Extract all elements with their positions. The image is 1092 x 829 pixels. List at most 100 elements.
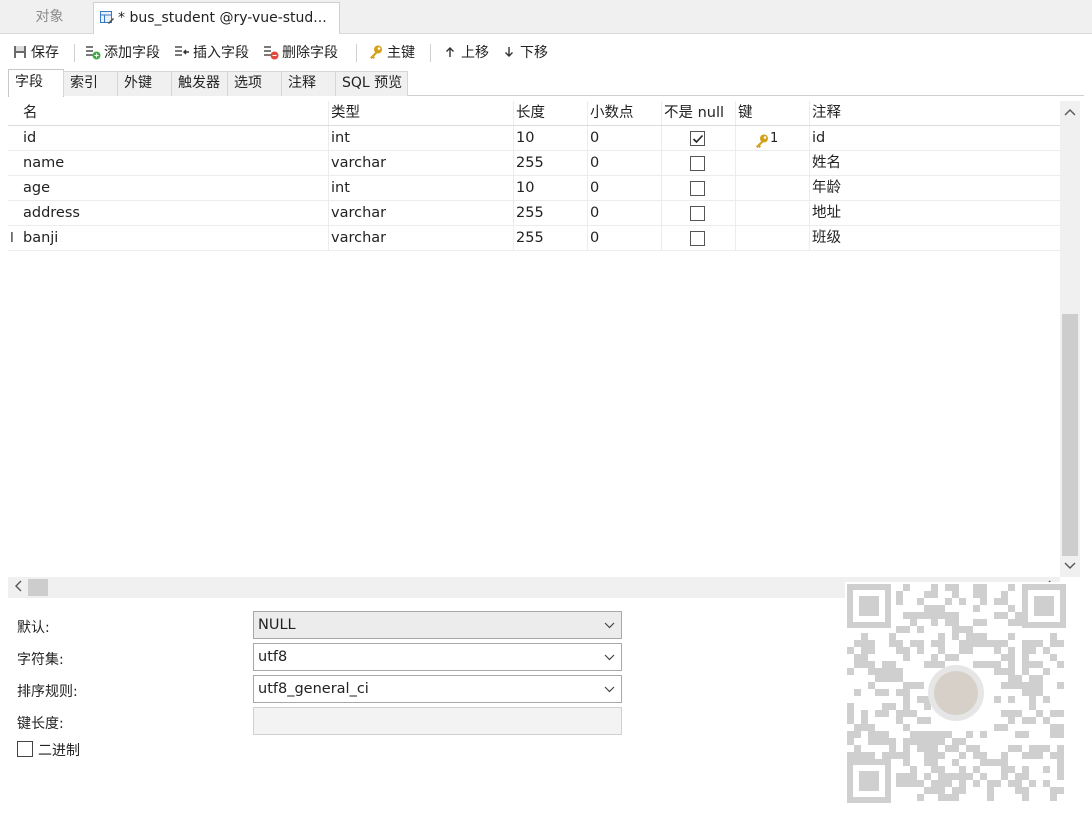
delete-field-label: 删除字段 bbox=[282, 45, 338, 61]
insert-field-label: 插入字段 bbox=[193, 45, 249, 61]
not-null-checkbox[interactable] bbox=[690, 131, 705, 146]
field-name-cell[interactable]: id bbox=[23, 126, 36, 151]
designer-tab-bar: 字段 索引 外键 触发器 选项 注释 SQL 预览 bbox=[8, 69, 1084, 97]
field-length-cell[interactable]: 255 bbox=[516, 151, 544, 176]
add-field-icon bbox=[85, 44, 101, 60]
current-row-indicator: I bbox=[10, 231, 14, 246]
grid-vertical-scrollbar[interactable] bbox=[1060, 101, 1080, 577]
toolbar-separator bbox=[430, 44, 431, 62]
scroll-left-icon[interactable] bbox=[10, 580, 26, 595]
binary-checkbox[interactable] bbox=[17, 741, 33, 757]
checkmark-icon bbox=[692, 134, 704, 144]
tab-foreign-keys[interactable]: 外键 bbox=[117, 71, 172, 96]
field-length-cell[interactable]: 10 bbox=[516, 176, 534, 201]
not-null-checkbox[interactable] bbox=[690, 231, 705, 246]
default-select[interactable]: NULL bbox=[253, 611, 622, 639]
field-comment-cell[interactable]: 年龄 bbox=[812, 176, 841, 201]
move-up-button[interactable]: 上移 bbox=[442, 42, 489, 64]
move-down-button[interactable]: 下移 bbox=[501, 42, 548, 64]
charset-select[interactable]: utf8 bbox=[253, 643, 622, 671]
field-decimals-cell[interactable]: 0 bbox=[590, 126, 599, 151]
save-button[interactable]: 保存 bbox=[12, 42, 59, 64]
field-comment-cell[interactable]: 姓名 bbox=[812, 151, 841, 176]
header-key[interactable]: 键 bbox=[738, 101, 753, 126]
field-comment-cell[interactable]: 班级 bbox=[812, 226, 841, 251]
not-null-checkbox[interactable] bbox=[690, 206, 705, 221]
not-null-checkbox[interactable] bbox=[690, 156, 705, 171]
table-row[interactable]: address varchar 255 0 地址 bbox=[8, 201, 1060, 226]
key-length-input[interactable] bbox=[253, 707, 622, 735]
arrow-down-icon bbox=[501, 44, 517, 60]
tab-options[interactable]: 选项 bbox=[227, 71, 282, 96]
save-label: 保存 bbox=[31, 45, 59, 61]
table-edit-icon bbox=[100, 5, 114, 24]
arrow-up-icon bbox=[442, 44, 458, 60]
header-type[interactable]: 类型 bbox=[331, 101, 360, 126]
collation-label: 排序规则: bbox=[17, 684, 78, 700]
header-name[interactable]: 名 bbox=[23, 101, 38, 126]
table-row[interactable]: name varchar 255 0 姓名 bbox=[8, 151, 1060, 176]
key-icon bbox=[754, 133, 770, 151]
scrollbar-thumb[interactable] bbox=[28, 579, 48, 596]
primary-key-button[interactable]: 主键 bbox=[368, 42, 415, 64]
toolbar: 保存 添加字段 插入字段 删除字段 主键 上移 下移 bbox=[0, 38, 1092, 68]
primary-key-indicator: 1 bbox=[754, 126, 778, 151]
field-decimals-cell[interactable]: 0 bbox=[590, 226, 599, 251]
tab-comment[interactable]: 注释 bbox=[281, 71, 336, 96]
scroll-up-icon[interactable] bbox=[1062, 105, 1078, 119]
tab-label: * bus_student @ry-vue-stud... bbox=[118, 10, 327, 26]
field-decimals-cell[interactable]: 0 bbox=[590, 201, 599, 226]
collation-select[interactable]: utf8_general_ci bbox=[253, 675, 622, 703]
move-up-label: 上移 bbox=[461, 45, 489, 61]
toolbar-separator bbox=[356, 44, 357, 62]
qr-code-image bbox=[847, 584, 1066, 803]
field-type-cell[interactable]: int bbox=[331, 176, 350, 201]
header-comment[interactable]: 注释 bbox=[812, 101, 841, 126]
default-value: NULL bbox=[258, 617, 296, 633]
scroll-down-icon[interactable] bbox=[1062, 559, 1078, 573]
move-down-label: 下移 bbox=[520, 45, 548, 61]
charset-label: 字符集: bbox=[17, 652, 64, 668]
table-row[interactable]: age int 10 0 年龄 bbox=[8, 176, 1060, 201]
field-type-cell[interactable]: varchar bbox=[331, 226, 386, 251]
field-name-cell[interactable]: address bbox=[23, 201, 80, 226]
table-row[interactable]: I banji varchar 255 0 班级 bbox=[8, 226, 1060, 251]
field-type-cell[interactable]: varchar bbox=[331, 151, 386, 176]
field-comment-cell[interactable]: 地址 bbox=[812, 201, 841, 226]
field-decimals-cell[interactable]: 0 bbox=[590, 176, 599, 201]
header-not-null[interactable]: 不是 null bbox=[664, 101, 724, 126]
field-length-cell[interactable]: 255 bbox=[516, 201, 544, 226]
header-length[interactable]: 长度 bbox=[516, 101, 545, 126]
header-decimals[interactable]: 小数点 bbox=[590, 101, 634, 126]
insert-field-button[interactable]: 插入字段 bbox=[174, 42, 249, 64]
field-length-cell[interactable]: 255 bbox=[516, 226, 544, 251]
binary-label[interactable]: 二进制 bbox=[38, 740, 80, 760]
delete-field-button[interactable]: 删除字段 bbox=[263, 42, 338, 64]
field-name-cell[interactable]: banji bbox=[23, 226, 58, 251]
collation-value: utf8_general_ci bbox=[258, 681, 369, 697]
charset-value: utf8 bbox=[258, 649, 288, 665]
field-name-cell[interactable]: age bbox=[23, 176, 50, 201]
save-icon bbox=[12, 44, 28, 60]
delete-field-icon bbox=[263, 44, 279, 60]
tab-fields[interactable]: 字段 bbox=[8, 69, 64, 97]
field-comment-cell[interactable]: id bbox=[812, 126, 825, 151]
scrollbar-thumb[interactable] bbox=[1062, 314, 1078, 556]
fields-grid: 名 类型 长度 小数点 不是 null 键 注释 id int 10 0 1 i… bbox=[8, 101, 1060, 577]
field-name-cell[interactable]: name bbox=[23, 151, 64, 176]
field-type-cell[interactable]: int bbox=[331, 126, 350, 151]
field-decimals-cell[interactable]: 0 bbox=[590, 151, 599, 176]
tab-sql-preview[interactable]: SQL 预览 bbox=[335, 71, 408, 96]
tab-bus-student-design[interactable]: * bus_student @ry-vue-stud... bbox=[93, 2, 340, 34]
field-length-cell[interactable]: 10 bbox=[516, 126, 534, 151]
document-tab-bar: 对象 * bus_student @ry-vue-stud... bbox=[0, 0, 1092, 34]
add-field-label: 添加字段 bbox=[104, 45, 160, 61]
field-type-cell[interactable]: varchar bbox=[331, 201, 386, 226]
table-row[interactable]: id int 10 0 1 id bbox=[8, 126, 1060, 151]
add-field-button[interactable]: 添加字段 bbox=[85, 42, 160, 64]
key-length-label: 键长度: bbox=[17, 716, 64, 732]
not-null-checkbox[interactable] bbox=[690, 181, 705, 196]
tab-triggers[interactable]: 触发器 bbox=[171, 71, 228, 96]
tab-indexes[interactable]: 索引 bbox=[63, 71, 118, 96]
tab-objects[interactable]: 对象 bbox=[6, 2, 93, 34]
